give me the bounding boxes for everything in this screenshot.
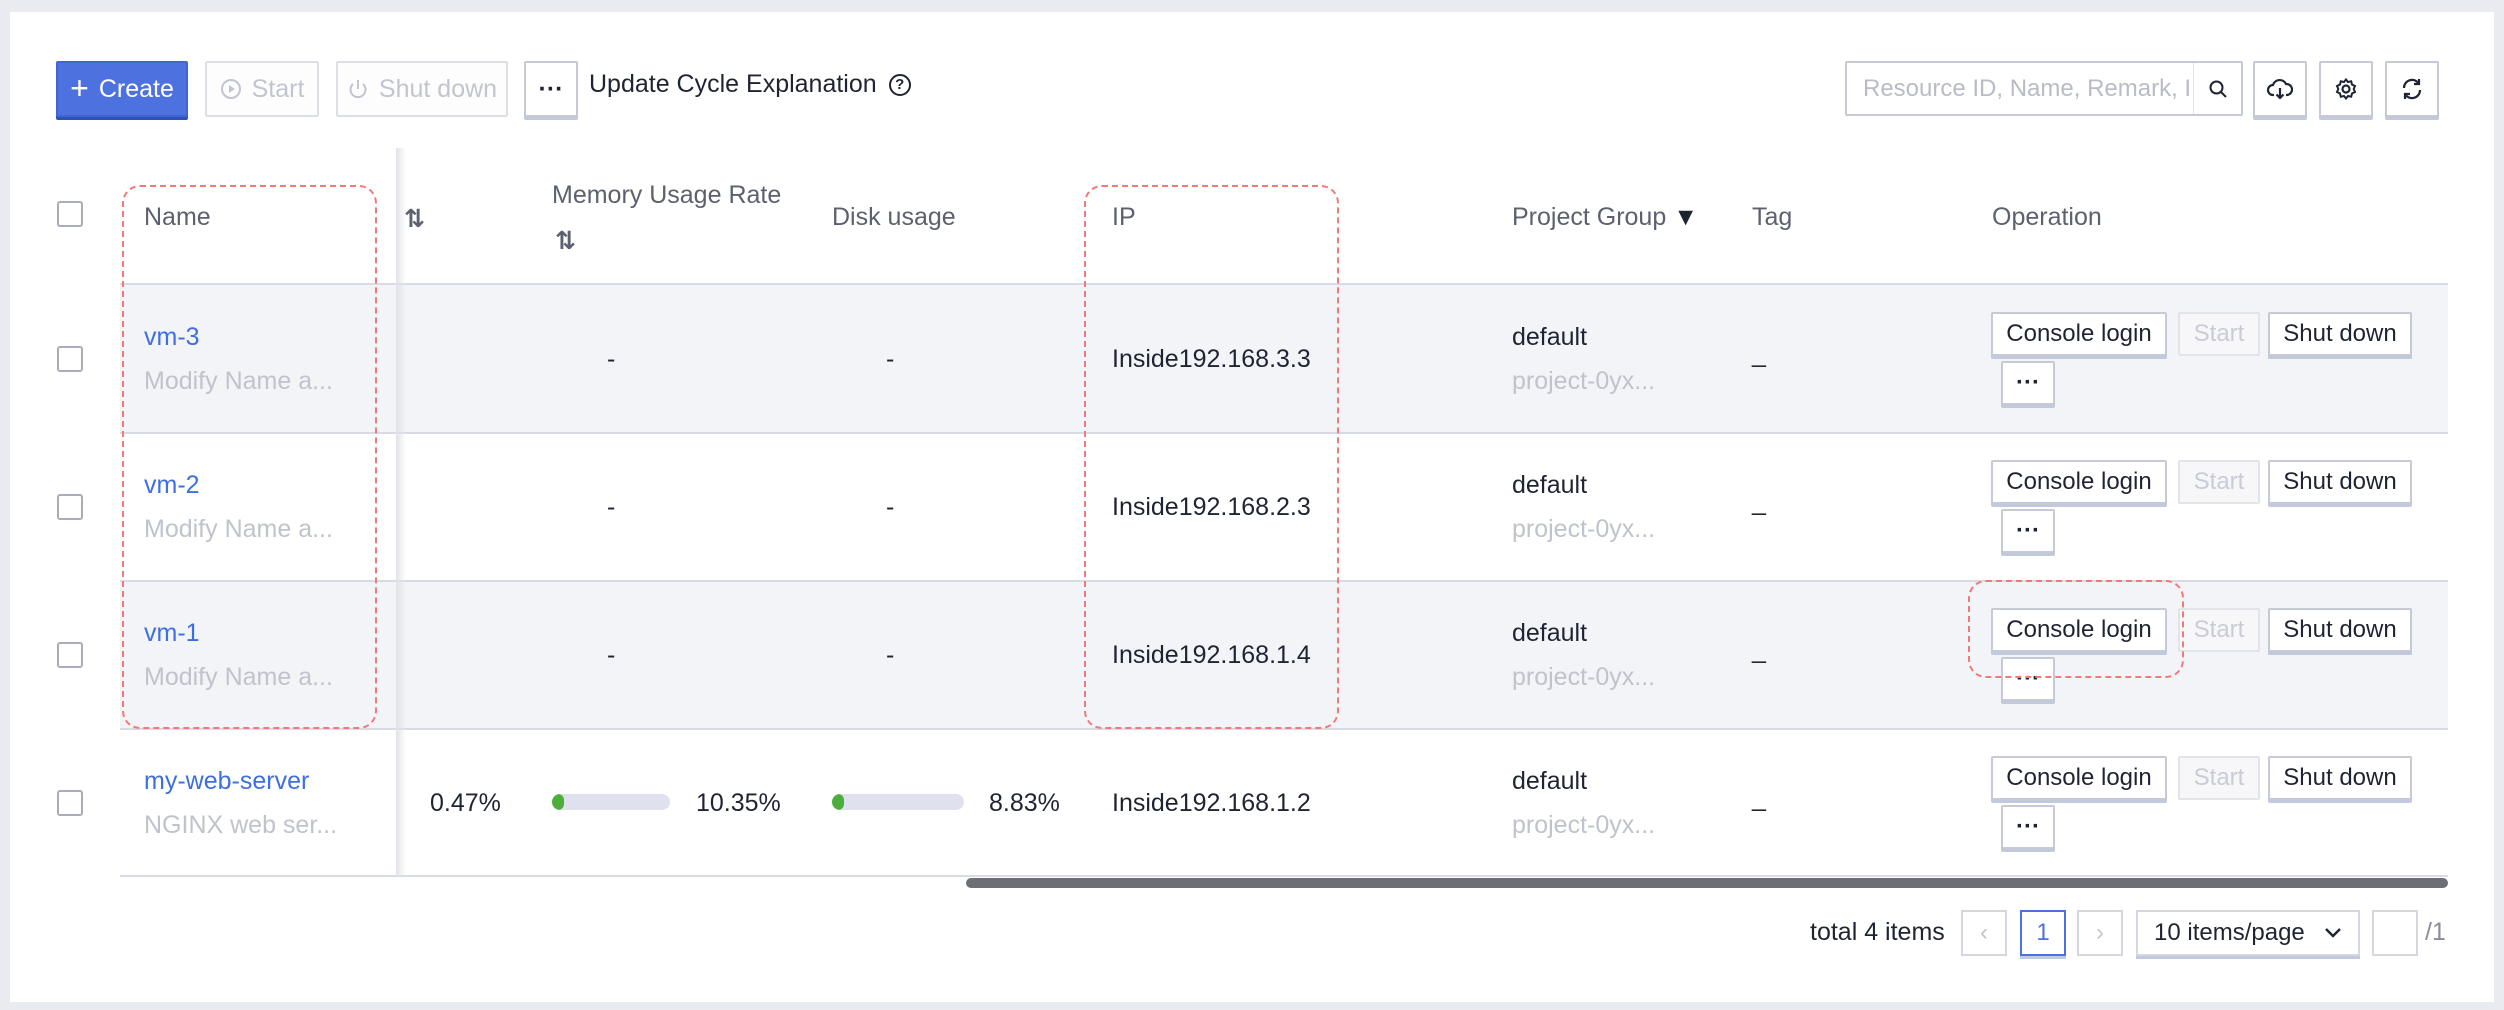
project-group: default: [1512, 619, 1588, 647]
more-row-button[interactable]: ···: [2001, 509, 2055, 553]
console-login-button[interactable]: Console login: [1991, 756, 2167, 800]
project-id: project-0yx...: [1512, 663, 1656, 691]
row-checkbox[interactable]: [57, 494, 83, 520]
filter-icon[interactable]: ▼: [1673, 203, 1698, 231]
disk-usage-bar: [832, 794, 964, 810]
disk-usage: -: [886, 493, 895, 521]
shut-down-row-button[interactable]: Shut down: [2268, 312, 2412, 356]
help-icon: ?: [888, 73, 911, 96]
search-box[interactable]: [1845, 61, 2243, 116]
instance-remark[interactable]: NGINX web ser...: [144, 811, 337, 840]
column-header-tag: Tag: [1752, 203, 1793, 231]
start-row-button[interactable]: Start: [2178, 756, 2260, 800]
console-login-button[interactable]: Console login: [1991, 312, 2167, 356]
settings-button[interactable]: [2319, 61, 2373, 117]
ip-column-highlight: [1084, 185, 1339, 729]
cpu-usage: 0.47%: [430, 789, 501, 817]
row-checkbox[interactable]: [57, 790, 83, 816]
download-button[interactable]: [2253, 61, 2307, 117]
row-checkbox[interactable]: [57, 346, 83, 372]
console-login-button[interactable]: Console login: [1991, 460, 2167, 504]
prev-page-button[interactable]: ‹: [1961, 910, 2007, 956]
project-group: default: [1512, 767, 1588, 795]
shut-down-row-button[interactable]: Shut down: [2268, 756, 2412, 800]
column-header-operation: Operation: [1992, 203, 2102, 231]
page-size-select[interactable]: 10 items/page: [2136, 910, 2360, 956]
ip-address: Inside192.168.1.2: [1112, 789, 1311, 817]
refresh-button[interactable]: [2385, 61, 2439, 117]
update-cycle-explanation[interactable]: Update Cycle Explanation ?: [589, 70, 911, 99]
disk-usage: -: [886, 345, 895, 373]
jump-to-page-input[interactable]: [2372, 910, 2418, 956]
disk-usage: -: [886, 641, 895, 669]
plus-icon: +: [70, 69, 89, 106]
cpu-sort-icon[interactable]: ⇅: [404, 204, 425, 234]
project-group: default: [1512, 323, 1588, 351]
tag-value: _: [1752, 340, 1766, 368]
memory-sort-icon[interactable]: ⇅: [555, 226, 576, 256]
disk-usage: 8.83%: [989, 789, 1060, 817]
project-id: project-0yx...: [1512, 811, 1656, 839]
start-button[interactable]: Start: [205, 61, 319, 117]
start-row-button[interactable]: Start: [2178, 608, 2260, 652]
gear-icon: [2335, 77, 2357, 101]
column-header-memory[interactable]: Memory Usage Rate: [552, 181, 781, 210]
start-row-button[interactable]: Start: [2178, 460, 2260, 504]
tag-value: _: [1752, 488, 1766, 516]
page-1-button[interactable]: 1: [2020, 910, 2066, 956]
horizontal-scrollbar[interactable]: [966, 878, 2448, 888]
create-button[interactable]: + Create: [56, 61, 188, 117]
select-all-checkbox[interactable]: [57, 201, 83, 227]
total-items: total 4 items: [1810, 918, 1945, 946]
more-actions-button[interactable]: ···: [524, 61, 578, 117]
project-id: project-0yx...: [1512, 515, 1656, 543]
search-icon[interactable]: [2193, 63, 2241, 114]
refresh-icon: [2402, 78, 2422, 100]
project-group: default: [1512, 471, 1588, 499]
console-login-highlight: [1968, 580, 2184, 678]
cloud-download-icon: [2267, 78, 2293, 100]
next-page-button[interactable]: ›: [2077, 910, 2123, 956]
project-id: project-0yx...: [1512, 367, 1656, 395]
memory-usage: -: [607, 345, 616, 373]
memory-usage-bar: [552, 794, 670, 810]
power-icon: [349, 80, 367, 99]
shut-down-button[interactable]: Shut down: [336, 61, 508, 117]
start-row-button[interactable]: Start: [2178, 312, 2260, 356]
more-row-button[interactable]: ···: [2001, 361, 2055, 405]
more-row-button[interactable]: ···: [2001, 805, 2055, 849]
chevron-down-icon: [2325, 928, 2341, 938]
frozen-column-shadow: [396, 148, 406, 876]
memory-usage: -: [607, 493, 616, 521]
total-pages: /1: [2425, 918, 2446, 946]
instance-name-link[interactable]: my-web-server: [144, 767, 309, 796]
memory-usage: -: [607, 641, 616, 669]
search-input[interactable]: [1847, 63, 2193, 114]
tag-value: _: [1752, 784, 1766, 812]
shut-down-row-button[interactable]: Shut down: [2268, 460, 2412, 504]
play-circle-icon: [220, 79, 241, 99]
column-header-project-group[interactable]: Project Group ▼: [1512, 203, 1698, 232]
column-header-disk: Disk usage: [832, 203, 956, 231]
tag-value: _: [1752, 636, 1766, 664]
row-checkbox[interactable]: [57, 642, 83, 668]
memory-usage: 10.35%: [696, 789, 781, 817]
name-column-highlight: [122, 185, 377, 729]
shut-down-row-button[interactable]: Shut down: [2268, 608, 2412, 652]
row-divider: [120, 875, 2448, 877]
